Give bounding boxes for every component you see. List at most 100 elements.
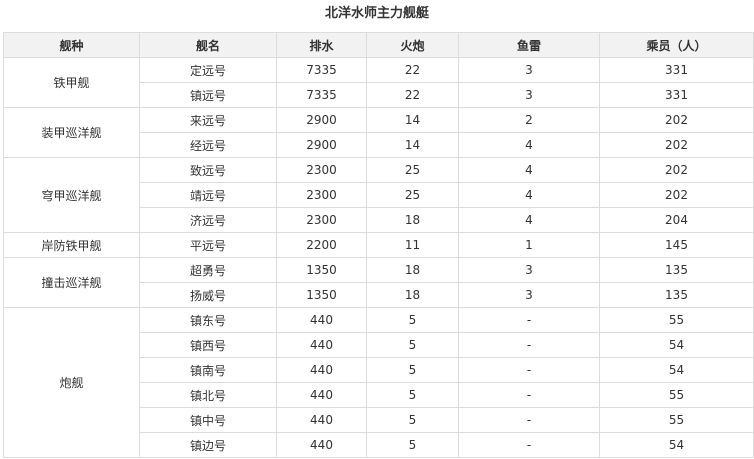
crew-cell: 135 [599,257,754,283]
ship-name-cell: 超勇号 [139,257,277,283]
ship-name-cell: 扬威号 [139,282,277,308]
guns-cell: 5 [366,332,459,358]
ship-name-cell: 镇边号 [139,432,277,458]
table-title: 北洋水师主力舰艇 [324,6,429,21]
torpedoes-cell: - [458,432,600,458]
displacement-cell: 440 [276,307,367,333]
guns-cell: 18 [366,207,459,233]
ship-name-cell: 定远号 [139,57,277,83]
table-row: 岸防铁甲舰 平远号 2200 11 1 145 [3,232,754,258]
crew-cell: 202 [599,182,754,208]
crew-cell: 204 [599,207,754,233]
guns-cell: 22 [366,82,459,108]
ship-name-cell: 致远号 [139,157,277,183]
guns-cell: 5 [366,307,459,333]
displacement-cell: 2200 [276,232,367,258]
ship-name-cell: 平远号 [139,232,277,258]
ship-name-cell: 镇东号 [139,307,277,333]
table-row: 装甲巡洋舰 来远号 2900 14 2 202 [3,107,754,158]
ship-type-cell: 装甲巡洋舰 [3,107,140,158]
ship-type-cell: 撞击巡洋舰 [3,257,140,308]
torpedoes-cell: 4 [458,132,600,158]
crew-cell: 55 [599,407,754,433]
displacement-cell: 440 [276,357,367,383]
header-row: 舰种 舰名 排水 火炮 鱼雷 乘员（人） [3,32,754,58]
guns-cell: 22 [366,57,459,83]
ship-name-cell: 济远号 [139,207,277,233]
crew-cell: 54 [599,432,754,458]
crew-cell: 54 [599,332,754,358]
torpedoes-cell: - [458,307,600,333]
ship-name-cell: 镇远号 [139,82,277,108]
torpedoes-cell: 4 [458,207,600,233]
guns-cell: 14 [366,132,459,158]
ship-type-cell: 岸防铁甲舰 [3,232,140,258]
guns-cell: 5 [366,432,459,458]
crew-cell: 55 [599,382,754,408]
torpedoes-cell: - [458,407,600,433]
header-crew: 乘员（人） [599,32,754,58]
displacement-cell: 2300 [276,207,367,233]
guns-cell: 18 [366,257,459,283]
displacement-cell: 440 [276,332,367,358]
guns-cell: 5 [366,357,459,383]
torpedoes-cell: - [458,382,600,408]
header-ship-name: 舰名 [139,32,277,58]
crew-cell: 145 [599,232,754,258]
table-row: 穹甲巡洋舰 致远号 2300 25 4 202 [3,157,754,233]
guns-cell: 5 [366,407,459,433]
ship-name-cell: 经远号 [139,132,277,158]
ship-name-cell: 镇西号 [139,332,277,358]
displacement-cell: 7335 [276,57,367,83]
ship-name-cell: 镇中号 [139,407,277,433]
displacement-cell: 440 [276,382,367,408]
guns-cell: 18 [366,282,459,308]
header-guns: 火炮 [366,32,459,58]
crew-cell: 202 [599,157,754,183]
fleet-table: 舰种 舰名 排水 火炮 鱼雷 乘员（人） 铁甲舰 定远号 7335 22 3 331 镇远号… [3,32,754,458]
displacement-cell: 2900 [276,132,367,158]
guns-cell: 14 [366,107,459,133]
table-row: 炮舰 镇东号 440 5-55 [3,307,754,458]
ship-name-cell: 镇南号 [139,357,277,383]
torpedoes-cell: 1 [458,232,600,258]
torpedoes-cell: - [458,332,600,358]
crew-cell: 202 [599,132,754,158]
torpedoes-cell: - [458,357,600,383]
ship-name-cell: 镇北号 [139,382,277,408]
displacement-cell: 1350 [276,282,367,308]
ship-name-cell: 来远号 [139,107,277,133]
guns-cell: 5 [366,382,459,408]
guns-cell: 25 [366,157,459,183]
ship-type-cell: 穹甲巡洋舰 [3,157,140,233]
crew-cell: 331 [599,57,754,83]
torpedoes-cell: 3 [458,257,600,283]
ship-type-cell: 炮舰 [3,307,140,458]
guns-cell: 11 [366,232,459,258]
displacement-cell: 2900 [276,107,367,133]
header-ship-type: 舰种 [3,32,140,58]
torpedoes-cell: 2 [458,107,600,133]
header-torpedoes: 鱼雷 [458,32,600,58]
displacement-cell: 440 [276,407,367,433]
displacement-cell: 7335 [276,82,367,108]
table-row: 撞击巡洋舰 超勇号 1350 18 3 135 [3,257,754,308]
crew-cell: 202 [599,107,754,133]
displacement-cell: 2300 [276,182,367,208]
table-body: 铁甲舰 定远号 7335 22 3 331 镇远号 7335 22 3 331 装甲巡洋舰 来远号 290… [3,57,754,458]
torpedoes-cell: 3 [458,82,600,108]
table-header: 舰种 舰名 排水 火炮 鱼雷 乘员（人） [3,32,754,58]
displacement-cell: 1350 [276,257,367,283]
guns-cell: 25 [366,182,459,208]
crew-cell: 331 [599,82,754,108]
header-displacement: 排水 [276,32,367,58]
crew-cell: 135 [599,282,754,308]
torpedoes-cell: 3 [458,282,600,308]
torpedoes-cell: 4 [458,157,600,183]
crew-cell: 55 [599,307,754,333]
ship-name-cell: 靖远号 [139,182,277,208]
ship-type-cell: 铁甲舰 [3,57,140,108]
torpedoes-cell: 4 [458,182,600,208]
displacement-cell: 440 [276,432,367,458]
table-row: 铁甲舰 定远号 7335 22 3 331 [3,57,754,108]
